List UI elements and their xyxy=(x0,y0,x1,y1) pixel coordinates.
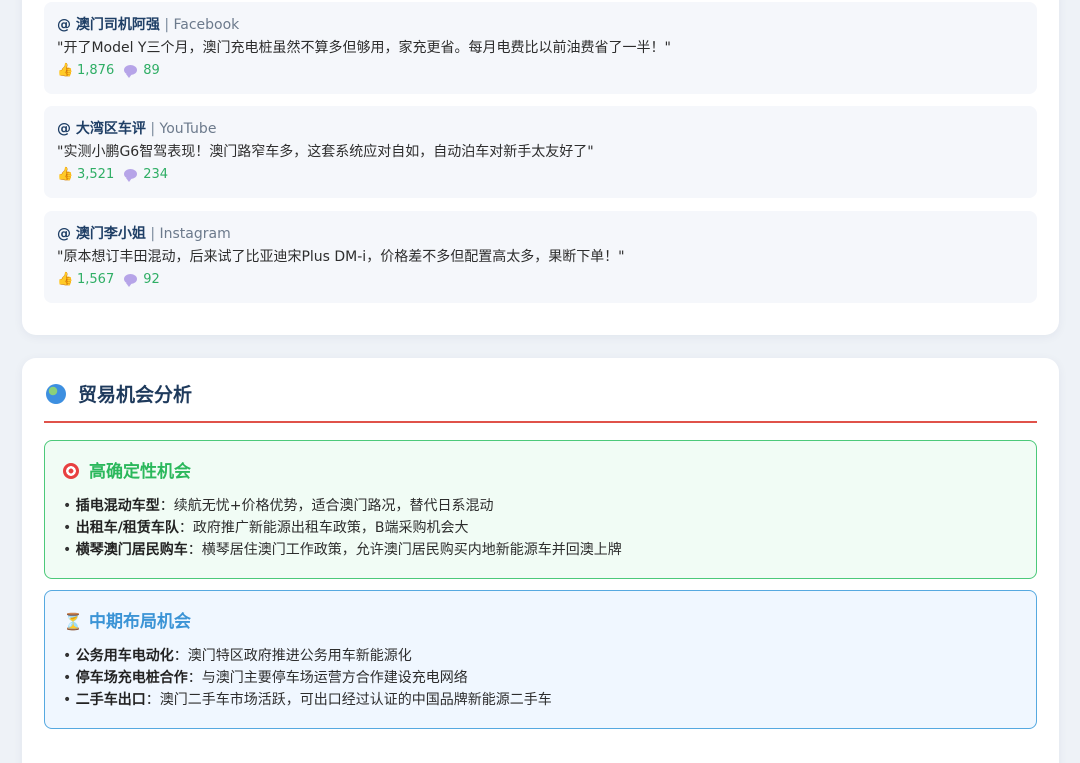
like-count: 3,521 xyxy=(77,167,115,182)
item-label: 横琴澳门居民购车 xyxy=(75,542,188,558)
comment-text: "开了Model Y三个月，澳门充电桩虽然不算多但够用，家充更省。每月电费比以前… xyxy=(57,40,671,56)
comment-platform: YouTube xyxy=(159,121,217,137)
comment-platform: Facebook xyxy=(173,17,240,33)
reply-count: 234 xyxy=(143,167,169,182)
section-title-text: 贸易机会分析 xyxy=(78,384,193,406)
speech-bubble-icon xyxy=(124,169,138,182)
comment-item: @ 大湾区车评 | YouTube "实测小鹏G6智驾表现！澳门路窄车多，这套系… xyxy=(44,106,1037,198)
thumbs-up-icon: 👍 xyxy=(57,167,74,182)
item-desc: ：续航无忧+价格优势，适合澳门路况，替代日系混动 xyxy=(159,498,494,514)
list-item: 出租车/租赁车队：政府推广新能源出租车政策，B端采购机会大 xyxy=(63,517,1018,539)
reply-count: 89 xyxy=(143,63,160,78)
panel-title: ⏳ 中期布局机会 xyxy=(63,611,1018,633)
item-label: 插电混动车型 xyxy=(75,498,160,514)
hourglass-icon: ⏳ xyxy=(63,612,83,631)
item-desc: ：政府推广新能源出租车政策，B端采购机会大 xyxy=(178,520,469,536)
list-item: 公务用车电动化：澳门特区政府推进公务用车新能源化 xyxy=(63,645,1018,667)
thumbs-up-icon: 👍 xyxy=(57,63,74,78)
list-item: 横琴澳门居民购车：横琴居住澳门工作政策，允许澳门居民购买内地新能源车并回澳上牌 xyxy=(63,539,1018,561)
list-item: 二手车出口：澳门二手车市场活跃，可出口经过认证的中国品牌新能源二手车 xyxy=(63,689,1018,711)
panel-title-text: 高确定性机会 xyxy=(89,462,191,482)
separator: | xyxy=(150,226,156,242)
social-comments-card: @ 澳门司机阿强 | Facebook "开了Model Y三个月，澳门充电桩虽… xyxy=(22,0,1059,335)
like-count: 1,567 xyxy=(77,272,115,287)
comment-user[interactable]: @ 大湾区车评 xyxy=(57,121,146,137)
speech-bubble-icon xyxy=(124,65,138,78)
high-certainty-panel: 高确定性机会 插电混动车型：续航无忧+价格优势，适合澳门路况，替代日系混动 出租… xyxy=(44,440,1037,579)
comment-user[interactable]: @ 澳门李小姐 xyxy=(57,226,146,242)
section-divider xyxy=(44,421,1037,423)
comment-text: "原本想订丰田混动，后来试了比亚迪宋Plus DM-i，价格差不多但配置高太多，… xyxy=(57,249,625,265)
separator: | xyxy=(150,121,156,137)
comment-platform: Instagram xyxy=(159,226,231,242)
separator: | xyxy=(164,17,170,33)
item-label: 出租车/租赁车队 xyxy=(75,520,179,536)
trade-analysis-card: 贸易机会分析 高确定性机会 插电混动车型：续航无忧+价格优势，适合澳门路况，替代… xyxy=(22,358,1059,763)
like-count: 1,876 xyxy=(77,63,115,78)
comment-text: "实测小鹏G6智驾表现！澳门路窄车多，这套系统应对自如，自动泊车对新手太友好了" xyxy=(57,144,594,160)
target-icon xyxy=(63,463,79,479)
panel-title: 高确定性机会 xyxy=(63,461,1018,483)
item-desc: ：与澳门主要停车场运营方合作建设充电网络 xyxy=(187,670,468,686)
opportunity-list: 公务用车电动化：澳门特区政府推进公务用车新能源化 停车场充电桩合作：与澳门主要停… xyxy=(63,645,1018,711)
opportunity-list: 插电混动车型：续航无忧+价格优势，适合澳门路况，替代日系混动 出租车/租赁车队：… xyxy=(63,495,1018,561)
item-label: 公务用车电动化 xyxy=(75,648,174,664)
comment-item: @ 澳门李小姐 | Instagram "原本想订丰田混动，后来试了比亚迪宋Pl… xyxy=(44,211,1037,303)
item-desc: ：澳门特区政府推进公务用车新能源化 xyxy=(173,648,412,664)
list-item: 插电混动车型：续航无忧+价格优势，适合澳门路况，替代日系混动 xyxy=(63,495,1018,517)
panel-title-text: 中期布局机会 xyxy=(89,612,191,632)
reply-count: 92 xyxy=(143,272,160,287)
item-desc: ：横琴居住澳门工作政策，允许澳门居民购买内地新能源车并回澳上牌 xyxy=(187,542,622,558)
globe-icon xyxy=(46,384,66,404)
item-label: 二手车出口 xyxy=(75,692,146,708)
item-desc: ：澳门二手车市场活跃，可出口经过认证的中国品牌新能源二手车 xyxy=(145,692,552,708)
list-item: 停车场充电桩合作：与澳门主要停车场运营方合作建设充电网络 xyxy=(63,667,1018,689)
speech-bubble-icon xyxy=(124,274,138,287)
comment-item: @ 澳门司机阿强 | Facebook "开了Model Y三个月，澳门充电桩虽… xyxy=(44,2,1037,94)
section-title: 贸易机会分析 xyxy=(46,382,192,408)
item-label: 停车场充电桩合作 xyxy=(75,670,188,686)
mid-term-panel: ⏳ 中期布局机会 公务用车电动化：澳门特区政府推进公务用车新能源化 停车场充电桩合… xyxy=(44,590,1037,729)
comment-user[interactable]: @ 澳门司机阿强 xyxy=(57,17,160,33)
thumbs-up-icon: 👍 xyxy=(57,272,74,287)
